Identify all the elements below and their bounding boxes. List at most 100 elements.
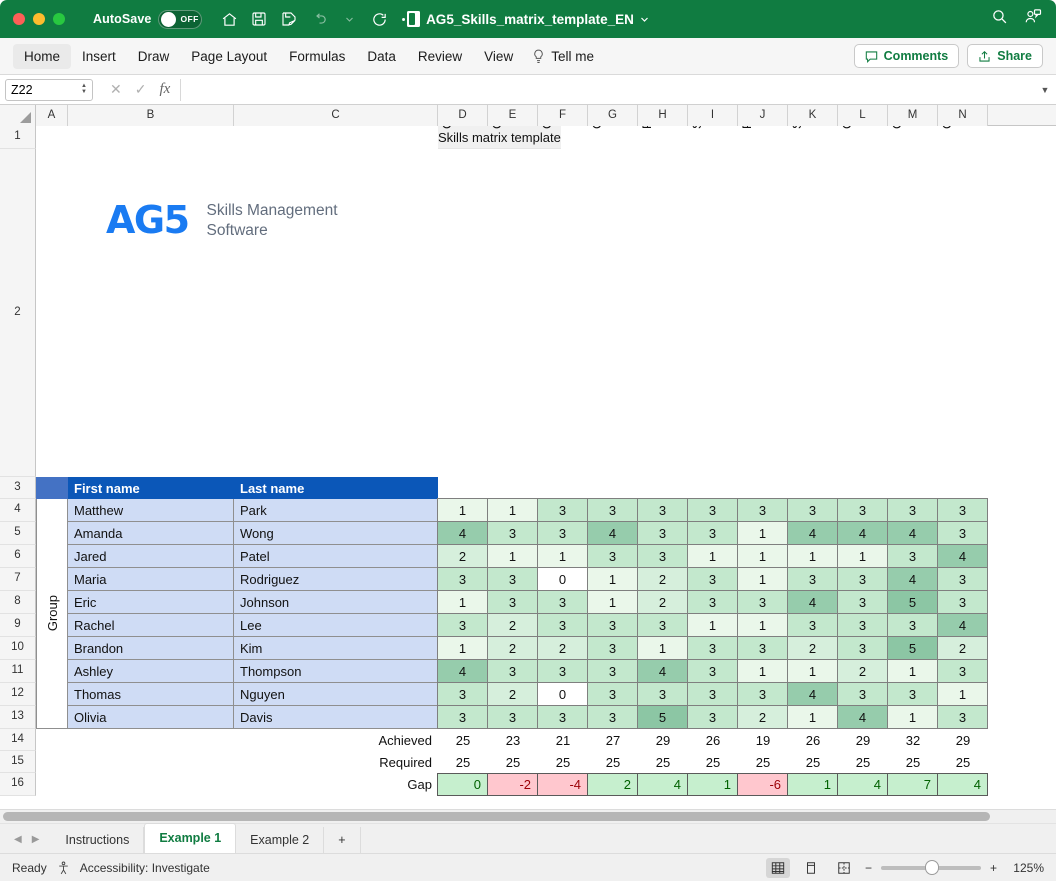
cell-skill-level[interactable]: 3 <box>687 636 738 660</box>
cell-skill-level[interactable]: 1 <box>537 544 588 568</box>
cell-skill-level[interactable]: 5 <box>637 705 688 729</box>
maximize-window-button[interactable] <box>53 13 65 25</box>
cell-skill-level[interactable]: 4 <box>587 521 638 545</box>
row-header-3[interactable]: 3 <box>0 477 36 499</box>
sheet-nav-arrows[interactable]: ◀ ▶ <box>0 834 51 853</box>
sheet-tab-example-1[interactable]: Example 1 <box>144 823 236 853</box>
cell-skill-level[interactable]: 3 <box>587 498 638 522</box>
cell-skill-level[interactable]: 1 <box>687 613 738 637</box>
cell-skill-level[interactable]: 3 <box>937 590 988 614</box>
cell-skill-level[interactable]: 3 <box>687 521 738 545</box>
cell-skill-level[interactable]: 4 <box>637 659 688 683</box>
cell-skill-level[interactable]: 3 <box>437 705 488 729</box>
cell-skill-level[interactable]: 2 <box>937 636 988 660</box>
row-header-7[interactable]: 7 <box>0 568 36 591</box>
cell-skill-level[interactable]: 3 <box>537 705 588 729</box>
tab-view[interactable]: View <box>473 44 524 69</box>
cell-skill-level[interactable]: 1 <box>887 705 938 729</box>
tab-home[interactable]: Home <box>13 44 71 69</box>
sheet-tab-example-2[interactable]: Example 2 <box>236 827 324 853</box>
name-box-spinner[interactable]: ▲▼ <box>81 84 87 95</box>
cell-skill-level[interactable]: 4 <box>437 659 488 683</box>
cell-skill-level[interactable]: 3 <box>737 682 788 706</box>
page-layout-icon[interactable] <box>799 858 823 878</box>
cancel-icon[interactable]: ✕ <box>110 81 122 98</box>
cell-skill-level[interactable]: 3 <box>737 636 788 660</box>
cell-skill-level[interactable]: 3 <box>687 567 738 591</box>
row-header-6[interactable]: 6 <box>0 545 36 568</box>
cell-last-name[interactable]: Davis <box>234 706 438 729</box>
comments-button[interactable]: Comments <box>854 44 960 68</box>
horizontal-scrollbar[interactable] <box>0 809 1056 823</box>
accessibility-label[interactable]: Accessibility: Investigate <box>80 861 210 875</box>
formula-input[interactable] <box>180 79 1034 101</box>
cell-skill-level[interactable]: 3 <box>587 544 638 568</box>
cell-skill-level[interactable]: 1 <box>437 590 488 614</box>
tab-review[interactable]: Review <box>407 44 473 69</box>
minimize-window-button[interactable] <box>33 13 45 25</box>
cell-skill-level[interactable]: 4 <box>887 567 938 591</box>
cell-skill-level[interactable]: 3 <box>487 567 538 591</box>
home-icon[interactable] <box>216 6 242 32</box>
cell-skill-level[interactable]: 3 <box>587 705 638 729</box>
cell-skill-level[interactable]: 2 <box>837 659 888 683</box>
formula-bar-expand-icon[interactable]: ▼ <box>1034 85 1056 95</box>
cell-skill-level[interactable]: 2 <box>637 567 688 591</box>
row-header-9[interactable]: 9 <box>0 614 36 637</box>
cell-skill-level[interactable]: 4 <box>937 544 988 568</box>
cell-first-name[interactable]: Thomas <box>68 683 234 706</box>
tab-insert[interactable]: Insert <box>71 44 127 69</box>
tell-me-label[interactable]: Tell me <box>551 44 605 69</box>
cell-first-name[interactable]: Maria <box>68 568 234 591</box>
sheet-tab-instructions[interactable]: Instructions <box>51 827 144 853</box>
document-title[interactable]: AG5_Skills_matrix_template_EN <box>407 11 649 27</box>
row-header-12[interactable]: 12 <box>0 683 36 706</box>
cell-skill-level[interactable]: 3 <box>837 590 888 614</box>
cell-first-name[interactable]: Ashley <box>68 660 234 683</box>
cell-last-name[interactable]: Johnson <box>234 591 438 614</box>
cell-skill-level[interactable]: 1 <box>837 544 888 568</box>
cell-skill-level[interactable]: 3 <box>537 498 588 522</box>
cell-skill-level[interactable]: 3 <box>537 590 588 614</box>
cell-skill-level[interactable]: 4 <box>937 613 988 637</box>
zoom-out-button[interactable]: − <box>865 861 872 875</box>
cell-last-name[interactable]: Nguyen <box>234 683 438 706</box>
row-header-1[interactable]: 1 <box>0 126 36 149</box>
cell-first-name[interactable]: Rachel <box>68 614 234 637</box>
autosave-toggle[interactable]: OFF <box>158 10 202 29</box>
search-icon[interactable] <box>991 8 1008 30</box>
cell-last-name[interactable]: Rodriguez <box>234 568 438 591</box>
cell-skill-level[interactable]: 2 <box>437 544 488 568</box>
row-header-4[interactable]: 4 <box>0 499 36 522</box>
cell-skill-level[interactable]: 4 <box>887 521 938 545</box>
cell-skill-level[interactable]: 1 <box>437 498 488 522</box>
cell-skill-level[interactable]: 3 <box>737 498 788 522</box>
cell-skill-level[interactable]: 1 <box>737 567 788 591</box>
cell-skill-level[interactable]: 3 <box>887 544 938 568</box>
cell-last-name[interactable]: Lee <box>234 614 438 637</box>
cell-last-name[interactable]: Thompson <box>234 660 438 683</box>
column-header-C[interactable]: C <box>234 105 438 126</box>
cell-skill-level[interactable]: 3 <box>837 567 888 591</box>
cell-skill-level[interactable]: 3 <box>837 613 888 637</box>
zoom-level-label[interactable]: 125% <box>1006 861 1044 875</box>
column-header-G[interactable]: G <box>588 105 638 126</box>
cell-skill-level[interactable]: 3 <box>587 636 638 660</box>
cell-skill-level[interactable]: 1 <box>487 498 538 522</box>
column-header-J[interactable]: J <box>738 105 788 126</box>
cell-skill-level[interactable]: 3 <box>837 682 888 706</box>
cell-skill-level[interactable]: 3 <box>887 498 938 522</box>
cell-first-name[interactable]: Olivia <box>68 706 234 729</box>
name-box[interactable]: Z22 ▲▼ <box>5 79 93 101</box>
cell-skill-level[interactable]: 4 <box>787 590 838 614</box>
cell-skill-level[interactable]: 3 <box>587 659 638 683</box>
cell-first-name[interactable]: Eric <box>68 591 234 614</box>
cell-skill-level[interactable]: 3 <box>637 613 688 637</box>
cell-skill-level[interactable]: 3 <box>887 613 938 637</box>
cell-skill-level[interactable]: 3 <box>587 682 638 706</box>
cell-skill-level[interactable]: 3 <box>687 682 738 706</box>
tab-data[interactable]: Data <box>356 44 407 69</box>
document-menu-chevron-icon[interactable] <box>640 15 649 24</box>
cell-skill-level[interactable]: 1 <box>587 567 638 591</box>
window-controls[interactable] <box>0 13 65 25</box>
